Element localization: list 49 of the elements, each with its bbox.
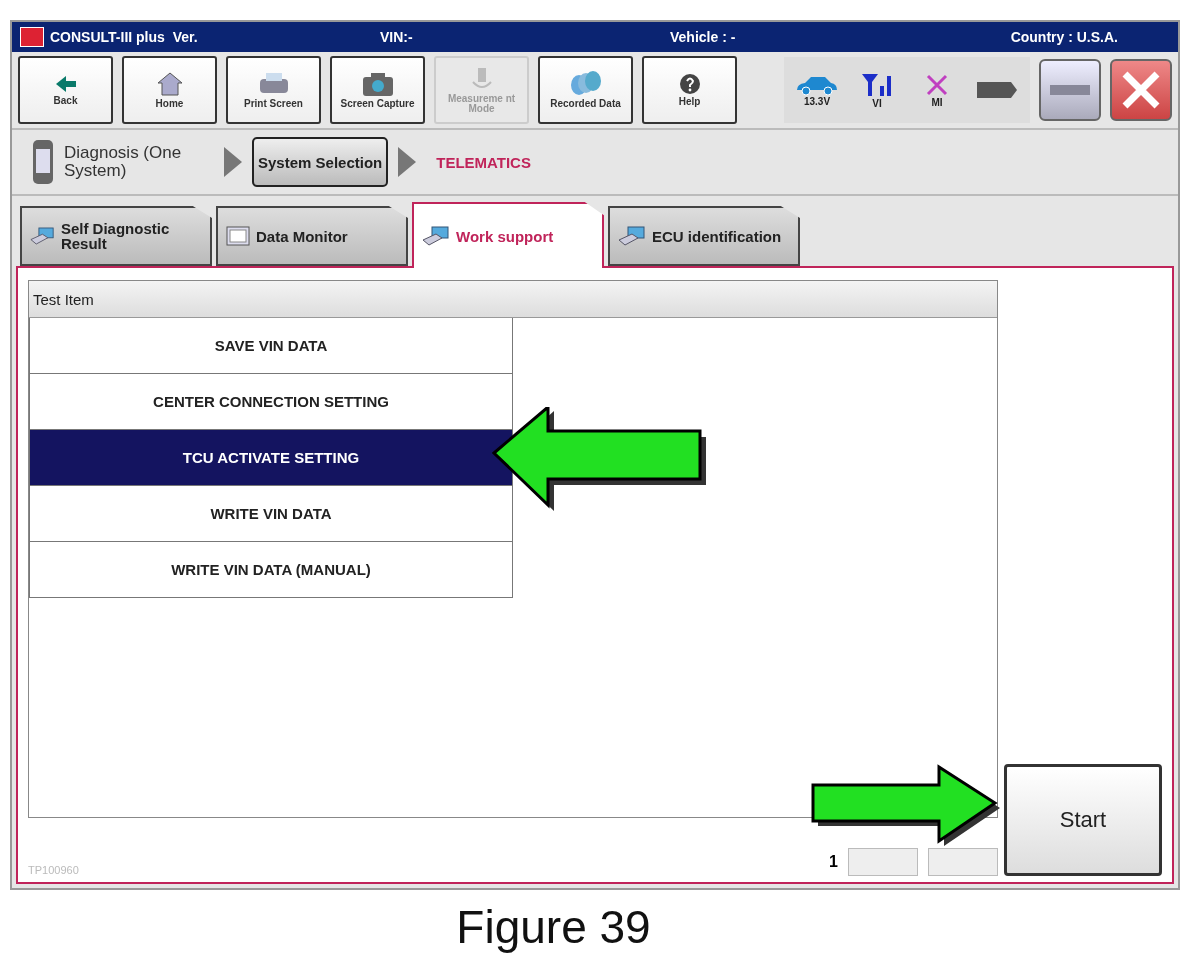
- toolbar-button[interactable]: Help: [642, 56, 737, 124]
- list-item[interactable]: WRITE VIN DATA: [29, 486, 513, 542]
- close-button[interactable]: [1110, 59, 1172, 121]
- house-icon: [155, 70, 184, 97]
- list-item[interactable]: TCU ACTIVATE SETTING: [29, 430, 513, 486]
- tab[interactable]: Self Diagnostic Result: [20, 206, 212, 266]
- minimize-icon: [1050, 85, 1090, 95]
- camera-icon: [360, 70, 395, 97]
- toolbar-button[interactable]: Screen Capture: [330, 56, 425, 124]
- signal-icon: [860, 71, 894, 98]
- status-label: MI: [931, 96, 943, 108]
- monitor-icon: [226, 226, 250, 246]
- breadcrumb-button[interactable]: System Selection: [252, 137, 389, 187]
- vin-label: VIN:-: [380, 29, 414, 45]
- figure-caption: Figure 39: [455, 900, 652, 954]
- status-label: VI: [872, 97, 882, 109]
- toolbar-button[interactable]: Home: [122, 56, 217, 124]
- start-button[interactable]: Start: [1004, 764, 1162, 876]
- disks-icon: [568, 70, 603, 97]
- breadcrumb-text: Diagnosis (One System): [64, 144, 183, 180]
- computer-icon: [30, 226, 55, 246]
- country-label: Country : U.S.A.: [1010, 29, 1118, 45]
- figure-code: TP100960: [28, 864, 79, 876]
- cross-icon: [925, 72, 949, 97]
- list-item[interactable]: WRITE VIN DATA (MANUAL): [29, 542, 513, 598]
- vehicle-label: Vehicle : -: [670, 29, 737, 45]
- phone-icon: [32, 139, 54, 185]
- plug-icon: [975, 79, 1019, 101]
- app-logo-icon: [20, 27, 44, 47]
- app-title: CONSULT-III plus Ver.: [50, 29, 198, 45]
- tab[interactable]: Work support: [412, 202, 604, 268]
- help-icon: [678, 72, 701, 95]
- toolbar-button[interactable]: Print Screen: [226, 56, 321, 124]
- list-item[interactable]: CENTER CONNECTION SETTING: [29, 374, 513, 430]
- status-label: 13.3V: [803, 95, 831, 107]
- minimize-button[interactable]: [1039, 59, 1101, 121]
- current-system: TELEMATICS: [436, 153, 531, 171]
- list-item[interactable]: SAVE VIN DATA: [29, 318, 513, 374]
- tab[interactable]: Data Monitor: [216, 206, 408, 266]
- column-header: Test Item: [29, 281, 997, 318]
- chevron-icon: [398, 147, 417, 177]
- close-icon: [1121, 70, 1161, 110]
- computer-icon: [618, 226, 646, 246]
- toolbar-button[interactable]: Recorded Data: [538, 56, 633, 124]
- chevron-icon: [224, 147, 242, 177]
- toolbar-button[interactable]: Back: [18, 56, 113, 124]
- computer-icon: [422, 226, 450, 246]
- page-number: 1: [829, 853, 838, 871]
- tab[interactable]: ECU identification: [608, 206, 800, 266]
